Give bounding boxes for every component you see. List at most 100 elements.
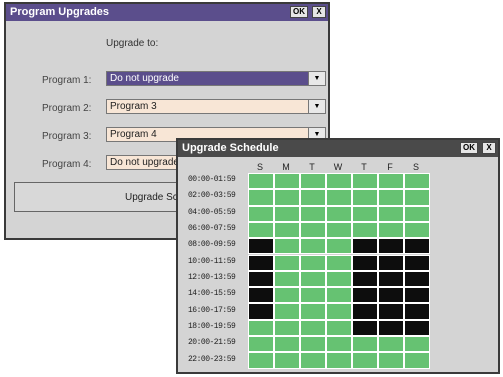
schedule-cell[interactable] (300, 287, 326, 304)
schedule-cell[interactable] (248, 221, 274, 239)
program-1-value: Do not upgrade (110, 73, 179, 84)
schedule-cell[interactable] (274, 319, 300, 336)
schedule-cell[interactable] (404, 238, 430, 255)
time-label: 10:00-11:59 (188, 257, 236, 266)
schedule-cell[interactable] (326, 173, 352, 190)
schedule-cell[interactable] (378, 287, 404, 304)
schedule-cell[interactable] (378, 303, 404, 320)
schedule-cell[interactable] (352, 189, 378, 206)
schedule-cell[interactable] (248, 319, 274, 336)
schedule-cell[interactable] (352, 254, 378, 271)
schedule-grid[interactable] (248, 173, 430, 369)
schedule-cell[interactable] (404, 173, 430, 190)
schedule-cell[interactable] (352, 238, 378, 255)
schedule-cell[interactable] (378, 238, 404, 255)
schedule-cell[interactable] (326, 221, 352, 239)
upgrade-to-label: Upgrade to: (106, 38, 159, 49)
program-1-select[interactable]: Do not upgrade ▼ (106, 71, 326, 86)
schedule-cell[interactable] (248, 303, 274, 320)
schedule-cell[interactable] (326, 270, 352, 288)
schedule-cell[interactable] (352, 205, 378, 222)
schedule-cell[interactable] (274, 287, 300, 304)
schedule-cell[interactable] (274, 221, 300, 239)
schedule-cell[interactable] (300, 270, 326, 288)
schedule-cell[interactable] (326, 254, 352, 271)
schedule-cell[interactable] (404, 189, 430, 206)
schedule-cell[interactable] (326, 287, 352, 304)
schedule-cell[interactable] (352, 303, 378, 320)
schedule-cell[interactable] (352, 336, 378, 353)
schedule-cell[interactable] (248, 287, 274, 304)
program-4-label: Program 4: (42, 159, 92, 170)
schedule-cell[interactable] (404, 287, 430, 304)
schedule-cell[interactable] (352, 352, 378, 369)
schedule-cell[interactable] (378, 336, 404, 353)
close-button[interactable]: X (482, 142, 496, 154)
schedule-cell[interactable] (300, 238, 326, 255)
schedule-cell[interactable] (248, 238, 274, 255)
schedule-cell[interactable] (378, 189, 404, 206)
schedule-cell[interactable] (352, 287, 378, 304)
schedule-cell[interactable] (378, 319, 404, 336)
schedule-cell[interactable] (300, 173, 326, 190)
schedule-cell[interactable] (274, 238, 300, 255)
schedule-cell[interactable] (326, 238, 352, 255)
schedule-cell[interactable] (326, 205, 352, 222)
schedule-cell[interactable] (274, 270, 300, 288)
schedule-cell[interactable] (274, 189, 300, 206)
schedule-cell[interactable] (352, 221, 378, 239)
schedule-cell[interactable] (300, 254, 326, 271)
schedule-cell[interactable] (300, 303, 326, 320)
program-3-label: Program 3: (42, 131, 92, 142)
schedule-cell[interactable] (248, 205, 274, 222)
schedule-cell[interactable] (404, 254, 430, 271)
schedule-cell[interactable] (326, 319, 352, 336)
schedule-cell[interactable] (248, 254, 274, 271)
schedule-cell[interactable] (326, 189, 352, 206)
schedule-cell[interactable] (300, 189, 326, 206)
schedule-cell[interactable] (248, 336, 274, 353)
schedule-cell[interactable] (300, 205, 326, 222)
schedule-cell[interactable] (248, 270, 274, 288)
schedule-cell[interactable] (404, 336, 430, 353)
schedule-cell[interactable] (274, 173, 300, 190)
schedule-cell[interactable] (274, 205, 300, 222)
schedule-cell[interactable] (404, 270, 430, 288)
schedule-cell[interactable] (300, 319, 326, 336)
schedule-cell[interactable] (378, 254, 404, 271)
schedule-cell[interactable] (378, 352, 404, 369)
schedule-cell[interactable] (378, 173, 404, 190)
schedule-cell[interactable] (404, 303, 430, 320)
schedule-cell[interactable] (404, 319, 430, 336)
chevron-down-icon[interactable]: ▼ (308, 72, 325, 85)
schedule-cell[interactable] (274, 254, 300, 271)
schedule-cell[interactable] (378, 221, 404, 239)
ok-button[interactable]: OK (290, 6, 308, 18)
schedule-cell[interactable] (274, 336, 300, 353)
close-button[interactable]: X (312, 6, 326, 18)
schedule-cell[interactable] (248, 352, 274, 369)
program-2-select[interactable]: Program 3 ▼ (106, 99, 326, 114)
schedule-cell[interactable] (274, 303, 300, 320)
day-header-mon: M (282, 162, 290, 172)
schedule-cell[interactable] (326, 352, 352, 369)
schedule-cell[interactable] (352, 319, 378, 336)
schedule-cell[interactable] (248, 173, 274, 190)
schedule-cell[interactable] (378, 270, 404, 288)
ok-button[interactable]: OK (460, 142, 478, 154)
schedule-cell[interactable] (352, 270, 378, 288)
chevron-down-icon[interactable]: ▼ (308, 100, 325, 113)
schedule-cell[interactable] (274, 352, 300, 369)
schedule-cell[interactable] (378, 205, 404, 222)
schedule-cell[interactable] (300, 352, 326, 369)
schedule-cell[interactable] (300, 336, 326, 353)
schedule-cell[interactable] (404, 221, 430, 239)
schedule-cell[interactable] (404, 205, 430, 222)
schedule-cell[interactable] (404, 352, 430, 369)
schedule-cell[interactable] (326, 303, 352, 320)
schedule-cell[interactable] (300, 221, 326, 239)
schedule-cell[interactable] (248, 189, 274, 206)
schedule-cell[interactable] (326, 336, 352, 353)
time-label: 18:00-19:59 (188, 322, 236, 331)
schedule-cell[interactable] (352, 173, 378, 190)
